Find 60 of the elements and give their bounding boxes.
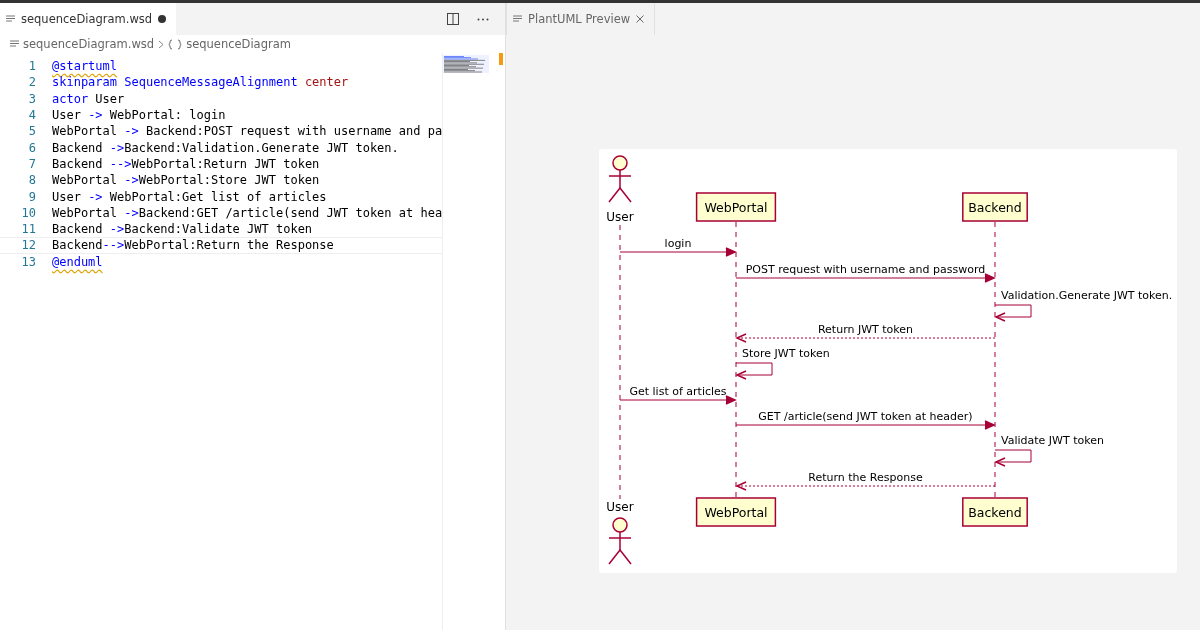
- code-line: WebPortal ->WebPortal:Store JWT token: [52, 173, 320, 188]
- actor-figure: [608, 155, 632, 203]
- code-line: Backend -->WebPortal:Return JWT token: [52, 156, 320, 171]
- code-line: @enduml: [52, 254, 103, 269]
- code-line: @startuml: [52, 59, 118, 74]
- line-number: 4: [27, 108, 37, 123]
- code-line: WebPortal -> Backend:POST request with username and pa: [52, 124, 443, 139]
- more-icon[interactable]: [477, 17, 489, 21]
- line-number: 8: [27, 173, 37, 188]
- line-number: 10: [20, 205, 37, 220]
- lines-icon: [513, 15, 522, 23]
- message-label: Return the Response: [808, 471, 923, 484]
- message-label: login: [664, 237, 692, 250]
- self-message-arrow: [994, 449, 1032, 467]
- breadcrumb-item[interactable]: sequenceDiagram: [186, 37, 291, 51]
- line-number: 2: [27, 75, 37, 90]
- breadcrumb-item[interactable]: sequenceDiagram.wsd: [23, 37, 155, 51]
- close-icon[interactable]: [636, 15, 645, 23]
- message-label: Validation.Generate JWT token.: [1001, 289, 1173, 302]
- actor-figure: [608, 517, 632, 565]
- self-message-arrow: [735, 362, 773, 380]
- line-number: 9: [27, 189, 37, 204]
- lines-icon: [6, 15, 15, 23]
- participant-box: WebPortal: [695, 192, 777, 222]
- code-line: WebPortal ->Backend:GET /article(send JWT token at hea: [52, 205, 443, 220]
- code-line: Backend ->Backend:Validate JWT token: [52, 222, 313, 237]
- self-message-arrow: [994, 304, 1032, 322]
- split-editor-icon[interactable]: [447, 13, 459, 25]
- message-label: Return JWT token: [817, 323, 914, 336]
- actor-label: User: [606, 500, 634, 514]
- participant-box: Backend: [962, 497, 1028, 527]
- message-label: Get list of articles: [629, 385, 727, 398]
- actor-label: User: [606, 210, 634, 224]
- minimap-drawing[interactable]: [443, 55, 490, 73]
- chevron-icon: [158, 39, 165, 49]
- message-label: GET /article(send JWT token at header): [758, 410, 973, 423]
- line-number: 11: [20, 222, 37, 237]
- participant-box: Backend: [962, 192, 1028, 222]
- lines-icon: [10, 40, 19, 48]
- code-line: actor User: [52, 91, 125, 106]
- line-number: 1: [27, 59, 37, 74]
- preview-tab[interactable]: PlantUML Preview: [506, 3, 656, 35]
- line-number: 5: [27, 124, 37, 139]
- line-number: 3: [27, 91, 37, 106]
- message-label: Validate JWT token: [1001, 434, 1104, 447]
- message-label: Store JWT token: [742, 347, 830, 360]
- braces-icon: [168, 38, 183, 50]
- code-line: Backend-->WebPortal:Return the Response: [52, 238, 334, 253]
- participant-box: WebPortal: [695, 497, 777, 527]
- line-number: 12: [20, 238, 37, 253]
- line-number: 13: [20, 254, 37, 269]
- code-line: User -> WebPortal: login: [52, 108, 226, 123]
- line-number: 7: [27, 156, 37, 171]
- code-line: skinparam SequenceMessageAlignment center: [52, 75, 349, 90]
- line-number: 6: [27, 140, 37, 155]
- code-line: Backend ->Backend:Validation.Generate JWT token.: [52, 140, 399, 155]
- message-label: POST request with username and password: [745, 263, 986, 276]
- editor-tab[interactable]: sequenceDiagram.wsd: [0, 3, 177, 35]
- scroll-indicator: [499, 53, 503, 65]
- code-line: User -> WebPortal:Get list of articles: [52, 189, 327, 204]
